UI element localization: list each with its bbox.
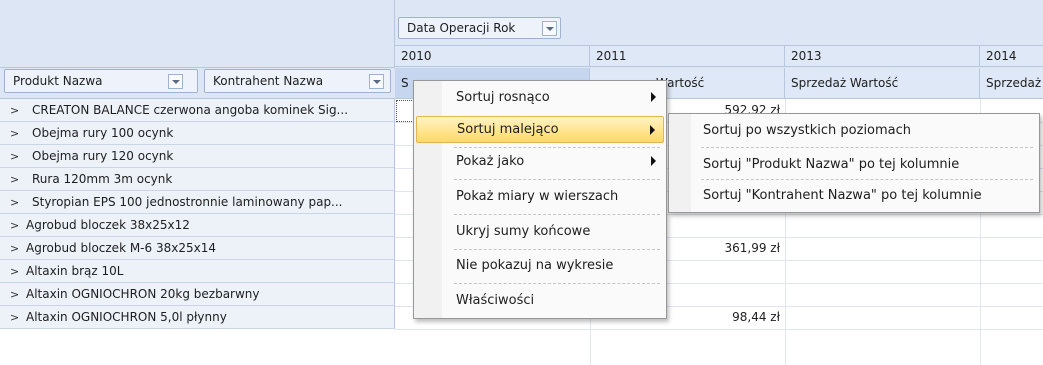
row-field-chip-kontrahent[interactable]: Kontrahent Nazwa (204, 69, 391, 93)
chevron-right-icon[interactable]: > (10, 311, 26, 324)
row-label: CREATON BALANCE czerwona angoba kominek … (32, 103, 349, 117)
row-label: Rura 120mm 3m ocynk (32, 172, 173, 186)
row-header[interactable]: > Altaxin OGNIOCHRON 5,0l płynny (0, 306, 395, 329)
column-field-chip[interactable]: Data Operacji Rok (398, 17, 561, 39)
chevron-right-icon[interactable]: > (10, 173, 26, 186)
menu-separator (454, 283, 660, 284)
row-header[interactable]: > Altaxin OGNIOCHRON 20kg bezbarwny (0, 283, 395, 306)
menu-item-sort-descending[interactable]: Sortuj malejąco (416, 116, 664, 143)
row-header[interactable]: > Obejma rury 100 ocynk (0, 122, 395, 145)
row-label: Obejma rury 100 ocynk (32, 126, 174, 140)
menu-separator (701, 179, 1033, 180)
row-header[interactable]: > Agrobud bloczek M-6 38x25x14 (0, 237, 395, 260)
chevron-right-icon[interactable]: > (10, 127, 26, 140)
row-label: Agrobud bloczek 38x25x12 (26, 218, 190, 232)
row-field-chip-produkt[interactable]: Produkt Nazwa (4, 69, 198, 93)
value-cell[interactable]: 361,99 zł (724, 241, 780, 255)
year-header-2013[interactable]: 2013 (785, 45, 980, 67)
year-header-2010[interactable]: 2010 (395, 45, 590, 67)
row-label: Styropian EPS 100 jednostronnie laminowa… (32, 195, 343, 209)
row-label: Obejma rury 120 ocynk (32, 149, 174, 163)
dropdown-arrow-icon[interactable] (542, 21, 557, 36)
row-header[interactable]: > Styropian EPS 100 jednostronnie laminow… (0, 191, 395, 214)
chevron-right-icon[interactable]: > (10, 150, 26, 163)
menu-separator (454, 214, 660, 215)
row-label: Agrobud bloczek M-6 38x25x14 (26, 241, 216, 255)
pivot-corner (0, 0, 395, 68)
chevron-right-icon[interactable]: > (10, 196, 26, 209)
menu-item-hide-on-chart[interactable]: Nie pokazuj na wykresie (416, 252, 664, 279)
row-field-label: Kontrahent Nazwa (213, 74, 324, 88)
submenu-item-sort-produkt[interactable]: Sortuj "Produkt Nazwa" po tej kolumnie (671, 152, 1037, 177)
menu-item-show-measures-in-rows[interactable]: Pokaż miary w wierszach (416, 183, 664, 210)
row-header[interactable]: > Altaxin brąz 10L (0, 260, 395, 283)
menu-separator (701, 147, 1033, 148)
chevron-right-icon[interactable]: > (10, 219, 26, 232)
measure-header-2013[interactable]: Sprzedaż Wartość (785, 68, 980, 99)
submenu-arrow-icon (651, 156, 656, 166)
menu-separator (454, 249, 660, 250)
menu-item-sort-ascending[interactable]: Sortuj rosnąco (416, 84, 664, 111)
submenu-arrow-icon (651, 92, 656, 102)
menu-separator (454, 179, 660, 180)
year-header-2014[interactable]: 2014 (980, 45, 1043, 67)
dropdown-arrow-icon[interactable] (168, 74, 183, 89)
chevron-right-icon[interactable]: > (10, 288, 26, 301)
chevron-right-icon[interactable]: > (10, 265, 26, 278)
row-label: Altaxin OGNIOCHRON 20kg bezbarwny (26, 287, 260, 301)
row-header[interactable]: > Agrobud bloczek 38x25x12 (0, 214, 395, 237)
row-header[interactable]: > CREATON BALANCE czerwona angoba kominek… (0, 99, 395, 122)
measure-header-2014[interactable]: Sprzedaż (980, 68, 1043, 99)
menu-item-hide-grand-totals[interactable]: Ukryj sumy końcowe (416, 218, 664, 245)
menu-item-show-as[interactable]: Pokaż jako (416, 148, 664, 175)
sort-submenu: Sortuj po wszystkich poziomach Sortuj "P… (668, 113, 1040, 213)
submenu-item-sort-kontrahent[interactable]: Sortuj "Kontrahent Nazwa" po tej kolumni… (671, 183, 1037, 208)
year-header-2011[interactable]: 2011 (590, 45, 785, 67)
row-label: Altaxin brąz 10L (26, 264, 124, 278)
submenu-arrow-icon (650, 125, 655, 135)
row-label: Altaxin OGNIOCHRON 5,0l płynny (26, 310, 227, 324)
row-field-label: Produkt Nazwa (13, 74, 103, 88)
row-header[interactable]: > Obejma rury 120 ocynk (0, 145, 395, 168)
context-menu: Sortuj rosnąco Sortuj malejąco Pokaż jak… (413, 80, 667, 319)
row-header[interactable]: > Rura 120mm 3m ocynk (0, 168, 395, 191)
submenu-item-sort-all-levels[interactable]: Sortuj po wszystkich poziomach (671, 118, 1037, 143)
chevron-right-icon[interactable]: > (10, 242, 26, 255)
menu-item-properties[interactable]: Właściwości (416, 287, 664, 314)
dropdown-arrow-icon[interactable] (369, 74, 384, 89)
column-field-label: Data Operacji Rok (407, 21, 516, 35)
value-cell[interactable]: 98,44 zł (732, 310, 780, 324)
chevron-right-icon[interactable]: > (10, 104, 26, 117)
